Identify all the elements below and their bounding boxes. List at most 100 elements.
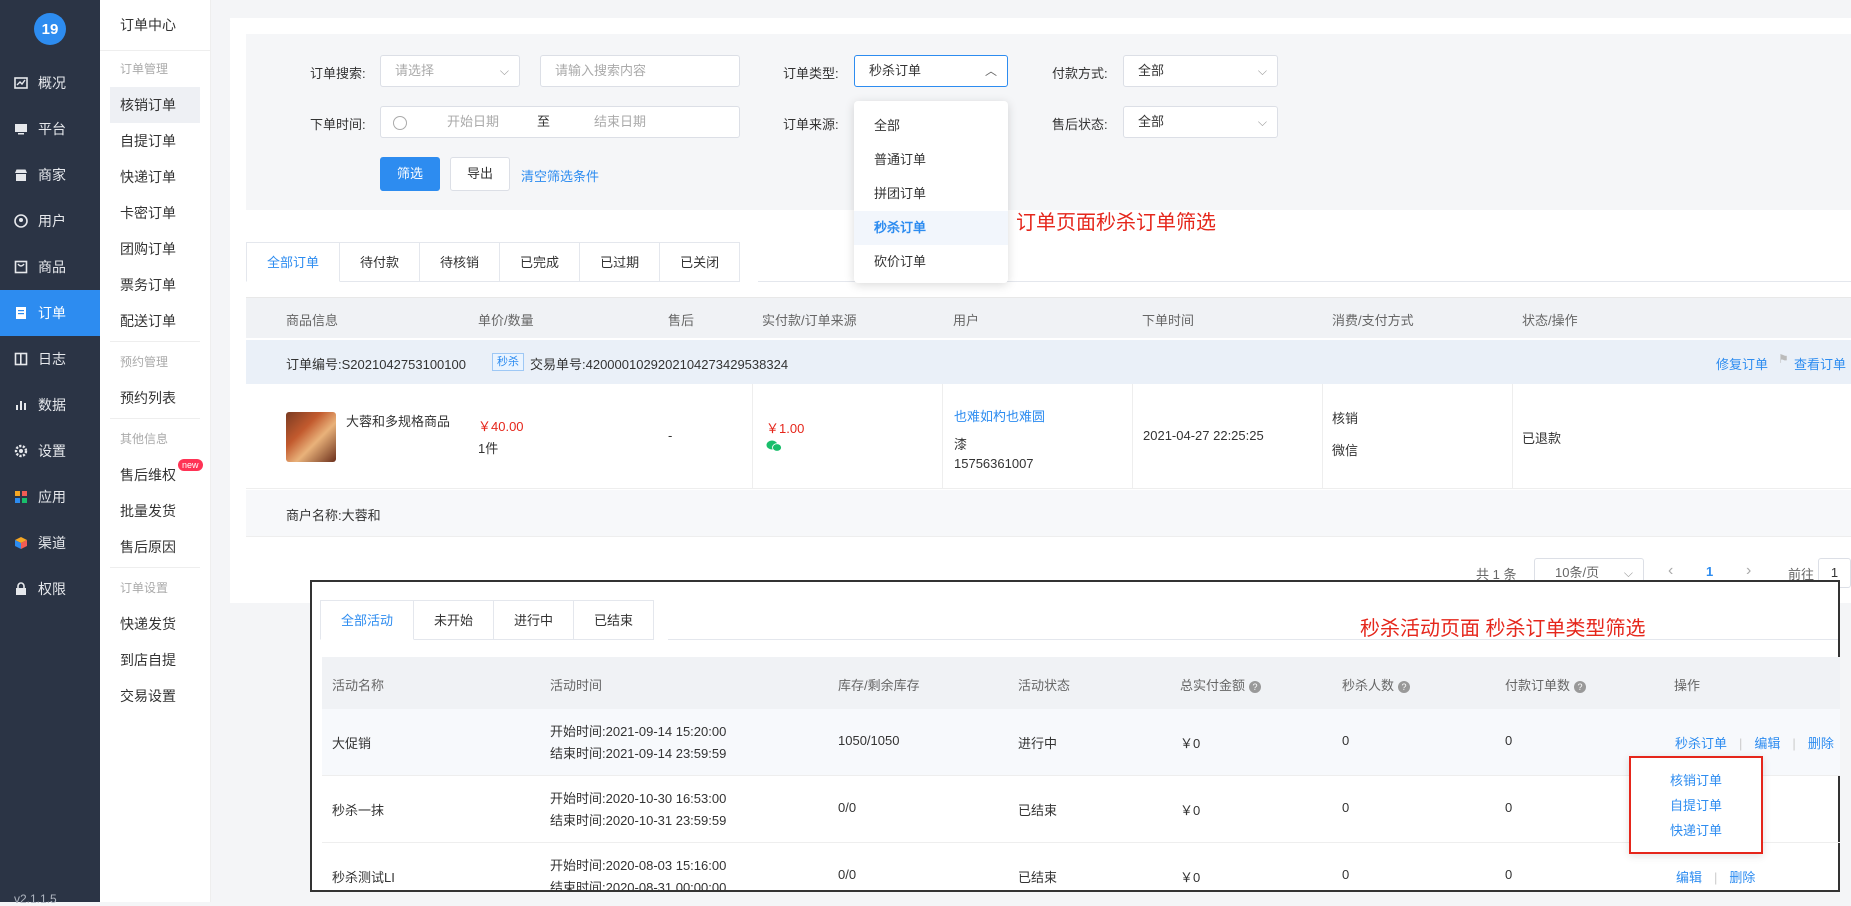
- sub-item-booking-list[interactable]: 预约列表: [100, 380, 210, 416]
- user-name-link[interactable]: 也难如杓也难圆: [954, 406, 1045, 425]
- popup-option-verify-order[interactable]: 核销订单: [1631, 768, 1761, 793]
- paid-amount: ￥1.00: [766, 421, 805, 436]
- sub-item-delivery-order[interactable]: 配送订单: [100, 303, 210, 339]
- sub-item-express-ship[interactable]: 快递发货: [100, 606, 210, 642]
- order-row-header: 订单编号:S2021042753100100 秒杀 交易单号:420000102…: [246, 340, 1851, 384]
- sub-item-store-pickup[interactable]: 到店自提: [100, 642, 210, 678]
- dropdown-option-group[interactable]: 拼团订单: [854, 177, 1008, 211]
- prev-page-button[interactable]: ‹: [1668, 562, 1673, 580]
- edit-link[interactable]: 编辑: [1676, 870, 1702, 885]
- tab-not-started[interactable]: 未开始: [414, 600, 495, 640]
- order-table-header: 商品信息 单价/数量 售后 实付款/订单来源 用户 下单时间 消费/支付方式 状…: [246, 297, 1851, 338]
- chevron-down-icon: ⌵: [1257, 115, 1267, 129]
- tab-all-activities[interactable]: 全部活动: [320, 600, 415, 640]
- sub-item-trade-settings[interactable]: 交易设置: [100, 678, 210, 714]
- divider: [942, 384, 943, 488]
- sub-item-batch-ship[interactable]: 批量发货: [100, 493, 210, 529]
- flag-icon: ⚑: [1778, 352, 1789, 366]
- sub-item-card-order[interactable]: 卡密订单: [100, 195, 210, 231]
- activity-table-header: 活动名称 活动时间 库存/剩余库存 活动状态 总实付金额? 秒杀人数? 付款订单…: [322, 657, 1840, 709]
- tab-closed[interactable]: 已关闭: [660, 242, 741, 282]
- sub-item-group-order[interactable]: 团购订单: [100, 231, 210, 267]
- popup-option-pickup-order[interactable]: 自提订单: [1631, 793, 1761, 818]
- pay-method-select[interactable]: 全部 ⌵: [1123, 55, 1278, 87]
- next-page-button[interactable]: ›: [1746, 562, 1751, 580]
- table-row: 秒杀测试LI 开始时间:2020-08-03 15:16:00 结束时间:202…: [332, 858, 1756, 891]
- pay-type: 微信: [1332, 443, 1359, 458]
- delete-link[interactable]: 删除: [1808, 736, 1834, 751]
- help-icon[interactable]: ?: [1574, 680, 1587, 693]
- monitor-icon: [14, 122, 28, 136]
- menu-item-merchant[interactable]: 商家: [0, 152, 100, 198]
- sub-item-verify-order[interactable]: 核销订单: [110, 87, 200, 123]
- search-input[interactable]: 请输入搜索内容: [540, 55, 740, 87]
- tab-in-progress[interactable]: 进行中: [494, 600, 575, 640]
- menu-item-user[interactable]: 用户: [0, 198, 100, 244]
- menu-item-data[interactable]: 数据: [0, 382, 100, 428]
- view-order-link[interactable]: 查看订单: [1794, 354, 1846, 373]
- order-number: 订单编号:S2021042753100100: [286, 357, 466, 372]
- seckill-order-link[interactable]: 秒杀订单: [1675, 736, 1727, 751]
- dropdown-option-bargain[interactable]: 砍价订单: [854, 245, 1008, 279]
- order-status: 已退款: [1522, 431, 1562, 446]
- tab-completed[interactable]: 已完成: [500, 242, 581, 282]
- menu-item-apps[interactable]: 应用: [0, 474, 100, 520]
- sub-item-after-sales[interactable]: 售后维权 new: [100, 457, 210, 493]
- sub-item-pickup-order[interactable]: 自提订单: [100, 123, 210, 159]
- fix-order-link[interactable]: 修复订单: [1716, 354, 1768, 373]
- clear-filters-link[interactable]: 清空筛选条件: [521, 166, 599, 185]
- help-icon[interactable]: ?: [1398, 680, 1411, 693]
- menu-item-log[interactable]: 日志: [0, 336, 100, 382]
- dropdown-option-seckill[interactable]: 秒杀订单: [854, 211, 1008, 245]
- order-row: 大蓉和多规格商品 ￥40.00 1件 - ￥1.00 也难如杓也难圆 漆 157…: [246, 384, 1851, 489]
- table-row: 大促销 开始时间:2021-09-14 15:20:00 结束时间:2021-0…: [322, 709, 1840, 776]
- sub-item-ticket-order[interactable]: 票务订单: [100, 267, 210, 303]
- search-type-select[interactable]: 请选择 ⌵: [380, 55, 520, 87]
- menu-item-settings[interactable]: 设置: [0, 428, 100, 474]
- annotation-note: 订单页面秒杀订单筛选: [1016, 212, 1216, 234]
- app-logo[interactable]: 19: [34, 13, 66, 45]
- consume-type: 核销: [1332, 411, 1359, 426]
- page-number-1[interactable]: 1: [1706, 564, 1713, 579]
- sub-group-label: 订单设置: [120, 581, 169, 595]
- tab-all-orders[interactable]: 全部订单: [246, 242, 341, 282]
- after-sale-value: -: [668, 428, 673, 443]
- menu-item-channel[interactable]: 渠道: [0, 520, 100, 566]
- filter-button[interactable]: 筛选: [380, 157, 440, 191]
- wechat-icon: [766, 440, 782, 452]
- after-sale-select[interactable]: 全部 ⌵: [1123, 106, 1278, 138]
- new-badge: new: [178, 459, 203, 471]
- trade-number: 交易单号:4200001029202104273429538324: [530, 357, 789, 372]
- chart-icon: [14, 76, 28, 90]
- dropdown-option-all[interactable]: 全部: [854, 109, 1008, 143]
- divider: [1132, 384, 1133, 488]
- help-icon[interactable]: ?: [1249, 680, 1262, 693]
- popup-option-express-order[interactable]: 快递订单: [1631, 818, 1761, 843]
- apps-icon: [14, 490, 28, 504]
- tab-pending-pay[interactable]: 待付款: [340, 242, 421, 282]
- tab-pending-verify[interactable]: 待核销: [420, 242, 501, 282]
- dropdown-option-normal[interactable]: 普通订单: [854, 143, 1008, 177]
- product-image: [286, 412, 336, 462]
- tab-expired[interactable]: 已过期: [580, 242, 661, 282]
- menu-item-platform[interactable]: 平台: [0, 106, 100, 152]
- date-range-picker[interactable]: 开始日期至结束日期: [380, 106, 740, 138]
- sub-item-after-reason[interactable]: 售后原因: [100, 529, 210, 565]
- order-icon: [14, 306, 28, 320]
- export-button[interactable]: 导出: [450, 157, 510, 191]
- menu-item-permission[interactable]: 权限: [0, 566, 100, 612]
- menu-item-overview[interactable]: 概况: [0, 60, 100, 106]
- order-type-label: 订单类型:: [783, 66, 839, 81]
- delete-link[interactable]: 删除: [1729, 870, 1755, 885]
- seckill-order-type-popup: 核销订单 自提订单 快递订单: [1629, 756, 1763, 854]
- menu-item-order[interactable]: 订单: [0, 290, 100, 336]
- menu-item-goods[interactable]: 商品: [0, 244, 100, 290]
- order-type-select[interactable]: 秒杀订单 ︿: [854, 55, 1008, 87]
- tab-ended[interactable]: 已结束: [574, 600, 655, 640]
- merchant-row: 商户名称:大蓉和: [246, 490, 1851, 537]
- divider: [1322, 384, 1323, 488]
- edit-link[interactable]: 编辑: [1754, 736, 1780, 751]
- unit-price: ￥40.00: [478, 419, 524, 434]
- sub-item-express-order[interactable]: 快递订单: [100, 159, 210, 195]
- version-label: v2.1.1.5: [14, 892, 57, 906]
